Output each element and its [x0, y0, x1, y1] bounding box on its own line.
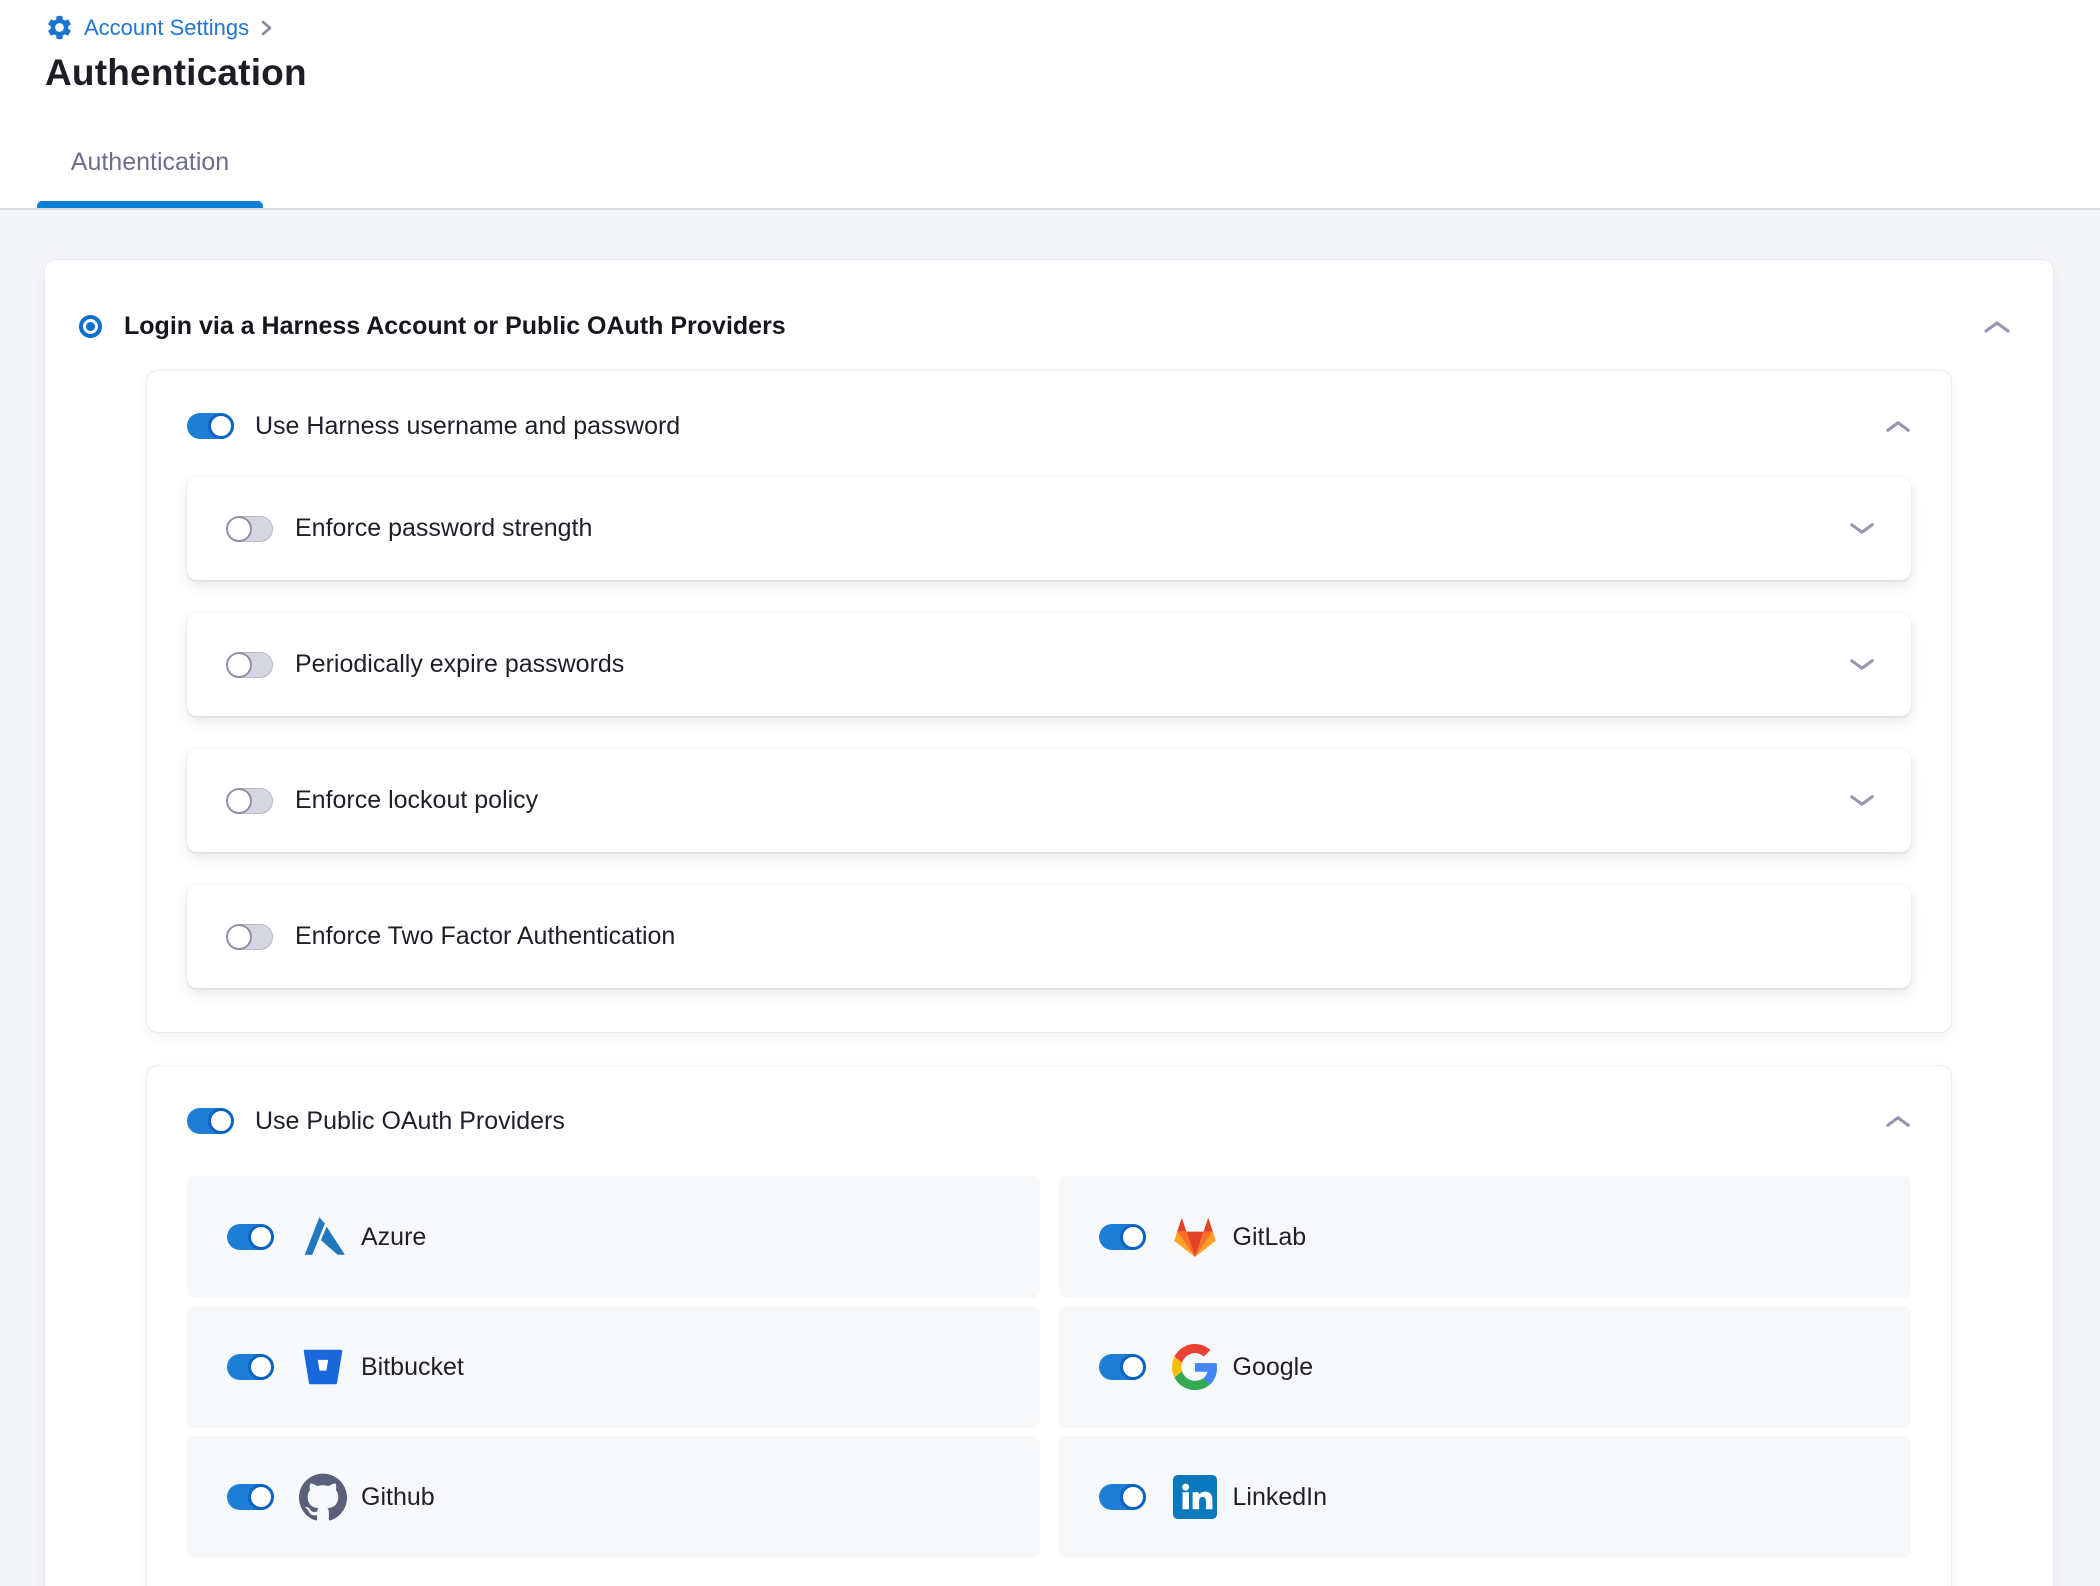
oauth-toggle[interactable] — [187, 1108, 233, 1134]
collapse-chevron-up-icon[interactable] — [1885, 420, 1911, 433]
expand-chevron-down-icon[interactable] — [1849, 658, 1875, 671]
github-toggle[interactable] — [227, 1484, 273, 1510]
harness-login-toggle[interactable] — [187, 413, 233, 439]
provider-tile-google: Google — [1059, 1306, 1912, 1428]
gitlab-toggle[interactable] — [1099, 1224, 1145, 1250]
provider-tile-gitlab: GitLab — [1059, 1176, 1912, 1298]
provider-name: Bitbucket — [361, 1353, 464, 1382]
azure-toggle[interactable] — [227, 1224, 273, 1250]
two-factor-label: Enforce Two Factor Authentication — [295, 922, 1875, 951]
toggle-knob — [1120, 1484, 1146, 1510]
toggle-knob — [226, 652, 252, 678]
toggle-knob — [1120, 1224, 1146, 1250]
linkedin-toggle[interactable] — [1099, 1484, 1145, 1510]
page-title: Authentication — [45, 52, 2100, 94]
tab-label: Authentication — [37, 148, 263, 177]
harness-login-header: Use Harness username and password — [187, 411, 1911, 441]
google-icon — [1169, 1341, 1221, 1393]
password-strength-toggle[interactable] — [227, 516, 273, 542]
provider-name: Github — [361, 1483, 435, 1512]
login-method-row: Login via a Harness Account or Public OA… — [45, 312, 2053, 341]
breadcrumb: Account Settings — [0, 0, 2100, 42]
linkedin-icon — [1169, 1471, 1221, 1523]
provider-tile-linkedin: LinkedIn — [1059, 1436, 1912, 1558]
collapse-chevron-up-icon[interactable] — [1983, 320, 2011, 334]
password-expiry-toggle[interactable] — [227, 652, 273, 678]
toggle-knob — [248, 1354, 274, 1380]
lockout-policy-row: Enforce lockout policy — [187, 749, 1911, 852]
breadcrumb-account-settings-link[interactable]: Account Settings — [84, 15, 249, 41]
provider-name: LinkedIn — [1233, 1483, 1328, 1512]
two-factor-toggle[interactable] — [227, 924, 273, 950]
oauth-header: Use Public OAuth Providers — [187, 1106, 1911, 1136]
provider-tile-github: Github — [187, 1436, 1040, 1558]
provider-tile-bitbucket: Bitbucket — [187, 1306, 1040, 1428]
password-strength-label: Enforce password strength — [295, 514, 1849, 543]
tab-authentication[interactable]: Authentication — [37, 148, 263, 208]
authentication-card: Login via a Harness Account or Public OA… — [45, 260, 2053, 1586]
oauth-label: Use Public OAuth Providers — [255, 1107, 1885, 1136]
provider-tile-azure: Azure — [187, 1176, 1040, 1298]
two-factor-row: Enforce Two Factor Authentication — [187, 885, 1911, 988]
gitlab-icon — [1169, 1211, 1221, 1263]
gear-icon — [45, 13, 74, 42]
harness-login-panel: Use Harness username and password Enforc… — [147, 371, 1951, 1032]
google-toggle[interactable] — [1099, 1354, 1145, 1380]
expand-chevron-down-icon[interactable] — [1849, 522, 1875, 535]
login-method-label: Login via a Harness Account or Public OA… — [124, 312, 1983, 341]
password-expiry-row: Periodically expire passwords — [187, 613, 1911, 716]
harness-login-label: Use Harness username and password — [255, 412, 1885, 441]
login-method-radio[interactable] — [79, 315, 102, 338]
toggle-knob — [226, 788, 252, 814]
lockout-policy-toggle[interactable] — [227, 788, 273, 814]
lockout-policy-label: Enforce lockout policy — [295, 786, 1849, 815]
github-icon — [297, 1471, 349, 1523]
provider-name: Azure — [361, 1223, 426, 1252]
expand-chevron-down-icon[interactable] — [1849, 794, 1875, 807]
bitbucket-icon — [297, 1341, 349, 1393]
tab-active-indicator — [37, 201, 263, 208]
azure-icon — [297, 1211, 349, 1263]
toggle-knob — [1120, 1354, 1146, 1380]
provider-name: GitLab — [1233, 1223, 1307, 1252]
toggle-knob — [208, 1108, 234, 1134]
provider-grid: Azure G — [187, 1176, 1911, 1558]
provider-name: Google — [1233, 1353, 1314, 1382]
chevron-right-icon — [259, 17, 273, 39]
password-strength-row: Enforce password strength — [187, 477, 1911, 580]
content-area: Login via a Harness Account or Public OA… — [0, 210, 2100, 1586]
toggle-knob — [208, 413, 234, 439]
oauth-panel: Use Public OAuth Providers Azure — [147, 1066, 1951, 1586]
collapse-chevron-up-icon[interactable] — [1885, 1115, 1911, 1128]
toggle-knob — [248, 1484, 274, 1510]
page-header: Account Settings Authentication Authenti… — [0, 0, 2100, 210]
toggle-knob — [226, 516, 252, 542]
toggle-knob — [226, 924, 252, 950]
password-expiry-label: Periodically expire passwords — [295, 650, 1849, 679]
toggle-knob — [248, 1224, 274, 1250]
bitbucket-toggle[interactable] — [227, 1354, 273, 1380]
